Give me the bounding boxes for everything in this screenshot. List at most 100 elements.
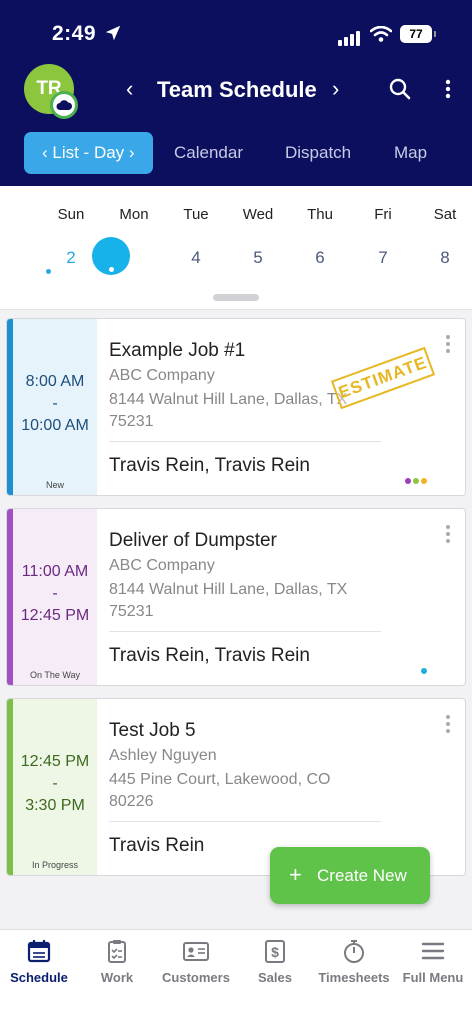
job-technicians: Travis Rein, Travis Rein [109,455,310,476]
prev-day-button[interactable]: ‹ [126,76,133,102]
next-day-button[interactable]: › [332,76,339,102]
more-vertical-icon[interactable] [445,525,451,547]
cellular-signal-icon [338,28,362,46]
nav-label: Full Menu [402,970,464,985]
job-start-time: 8:00 AM [25,373,85,390]
job-end-time: 3:30 PM [25,797,85,814]
nav-label: Sales [258,970,292,985]
divider [109,821,381,822]
nav-sales[interactable]: $ Sales [252,938,298,985]
contact-card-icon [183,942,209,961]
page-title: Team Schedule [157,77,317,102]
status-time: 2:49 [52,22,97,45]
job-technicians: Travis Rein [109,835,205,856]
svg-text:$: $ [271,944,279,960]
nav-schedule[interactable]: Schedule [6,938,72,985]
job-customer: ABC Company [109,557,215,574]
job-end-time: 10:00 AM [21,417,89,434]
nav-work[interactable]: Work [92,938,142,985]
job-technicians: Travis Rein, Travis Rein [109,645,310,666]
day-date: 5 [253,248,263,267]
plus-icon: + [289,862,302,887]
clipboard-icon [108,940,126,963]
job-title: Example Job #1 [109,340,246,361]
job-card[interactable]: 8:00 AM - 10:00 AM New Example Job #1 AB… [6,318,466,496]
job-info: Example Job #1 ABC Company 8144 Walnut H… [109,319,465,495]
tag-dots [403,471,427,489]
job-times: 8:00 AM - 10:00 AM [13,371,97,437]
day-date: 3 [129,248,139,267]
job-address: 8144 Walnut Hill Lane, Dallas, TX 75231 [109,581,348,620]
job-time-column: 11:00 AM - 12:45 PM On The Way [7,509,97,685]
day-name: Tue [183,206,209,223]
job-times: 11:00 AM - 12:45 PM [13,561,97,627]
create-new-button[interactable]: + Create New [270,847,430,904]
day-name: Fri [374,206,392,223]
tag-dot-purple [405,478,411,484]
job-customer: Ashley Nguyen [109,747,217,764]
job-title: Test Job 5 [109,720,196,741]
stopwatch-icon [344,940,364,963]
day-name: Mon [119,206,149,223]
day-date: 2 [66,248,76,267]
battery-icon: 77 [400,25,436,43]
day-name: Sat [433,206,457,223]
job-info: Deliver of Dumpster ABC Company 8144 Wal… [109,509,465,685]
time-separator: - [52,585,58,602]
tag-dot-blue [421,668,427,674]
dollar-icon: $ [265,940,285,963]
tab-calendar[interactable]: Calendar [174,132,243,174]
event-dot [46,269,51,274]
calendar-icon [27,940,51,963]
day-date: 7 [378,248,388,267]
time-separator: - [52,395,58,412]
job-address: 445 Pine Court, Lakewood, CO 80226 [109,771,331,810]
job-address: 8144 Walnut Hill Lane, Dallas, TX 75231 [109,391,348,430]
job-status: On The Way [29,670,81,680]
tab-list-day[interactable]: ‹ List - Day › [24,132,153,174]
job-status: New [45,480,64,490]
hamburger-icon [421,942,445,960]
job-end-time: 12:45 PM [20,607,90,624]
more-vertical-icon[interactable] [445,335,451,357]
nav-label: Work [100,970,134,985]
day-date: 6 [315,248,325,267]
nav-full-menu[interactable]: Full Menu [398,938,468,985]
more-vertical-icon[interactable] [436,77,460,101]
tag-dot-yellow [421,478,427,484]
job-time-column: 12:45 PM - 3:30 PM In Progress [7,699,97,875]
tab-dispatch[interactable]: Dispatch [285,132,351,174]
day-date: 4 [191,248,201,267]
job-card[interactable]: 11:00 AM - 12:45 PM On The Way Deliver o… [6,508,466,686]
create-new-label: Create New [317,866,407,885]
job-times: 12:45 PM - 3:30 PM [13,751,97,817]
tag-dots [419,661,427,679]
bottom-nav: Schedule Work Customers $ Sales Timeshee… [0,929,472,1024]
location-arrow-icon [105,25,121,41]
cloud-sync-icon [50,91,78,119]
nav-label: Timesheets [318,970,390,985]
job-start-time: 11:00 AM [21,563,89,580]
day-name: Thu [307,206,333,223]
event-dot [109,267,114,272]
day-name: Wed [242,206,274,223]
day-name: Sun [57,206,85,223]
app-header: 2:49 77 TR ‹ Team Schedule › ‹ List - Da… [0,0,472,186]
job-start-time: 12:45 PM [20,753,90,770]
title-row: ‹ Team Schedule › [120,74,360,106]
time-separator: - [52,775,58,792]
nav-timesheets[interactable]: Timesheets [314,938,394,985]
search-icon[interactable] [388,77,412,101]
nav-customers[interactable]: Customers [158,938,234,985]
drag-handle[interactable] [213,294,259,301]
status-bar: 2:49 77 [0,20,472,50]
nav-label: Schedule [10,970,68,985]
tab-map[interactable]: Map [394,132,427,174]
more-vertical-icon[interactable] [445,715,451,737]
divider [109,631,381,632]
job-title: Deliver of Dumpster [109,530,277,551]
week-strip: Sun 2 Mon 3 Tue 4 Wed 5 Thu 6 Fri 7 Sat … [0,186,472,310]
wifi-icon [370,26,392,42]
job-customer: ABC Company [109,367,215,384]
job-time-column: 8:00 AM - 10:00 AM New [7,319,97,495]
